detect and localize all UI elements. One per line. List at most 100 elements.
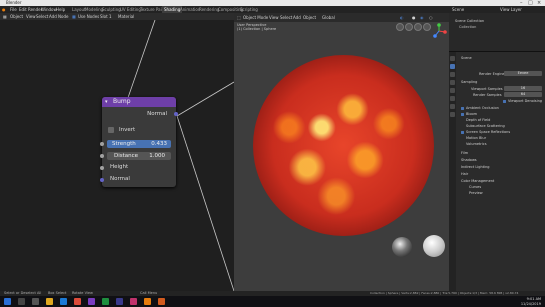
menu-window[interactable]: Window [41, 6, 57, 13]
edge-icon[interactable] [60, 298, 67, 305]
node-menu-view[interactable]: View [26, 13, 36, 20]
section-subsurface[interactable]: Subsurface Scattering [466, 124, 505, 128]
pan-icon[interactable] [405, 23, 413, 31]
world-tab-icon[interactable] [450, 96, 455, 101]
zoom-icon[interactable] [396, 23, 404, 31]
overlay-icon[interactable]: ◐ [400, 13, 404, 22]
viewport-menu-select[interactable]: Select [280, 13, 292, 22]
tab-rendering[interactable]: Rendering [199, 6, 219, 13]
view-layer-tab-icon[interactable] [450, 80, 455, 85]
blender-logo-icon[interactable]: ● [2, 6, 6, 13]
section-indirect-lighting[interactable]: Indirect Lighting [461, 165, 490, 169]
outliner[interactable]: Scene Collection Collection [449, 13, 545, 52]
menu-file[interactable]: File [10, 6, 17, 13]
camera-view-icon[interactable] [414, 23, 422, 31]
viewport-mode-dropdown[interactable]: Object Mode [243, 13, 268, 22]
section-ambient-occlusion[interactable]: Ambient Occlusion [466, 106, 499, 110]
section-color-management[interactable]: Color Management [461, 179, 494, 183]
object-tab-icon[interactable] [450, 104, 455, 109]
viewport-samples-field[interactable]: 16 [504, 86, 542, 91]
view-layer-selector[interactable]: View Layer [500, 6, 522, 13]
normal-input-socket[interactable] [100, 178, 104, 182]
file-explorer-icon[interactable] [46, 298, 53, 305]
render-samples-field[interactable]: 64 [504, 92, 542, 97]
tool-tab-icon[interactable] [450, 56, 455, 61]
viewport-denoising-checkbox[interactable] [503, 100, 506, 103]
menu-help[interactable]: Help [56, 6, 65, 13]
editor-type-icon[interactable]: ▦ [3, 13, 7, 20]
subsection-curves[interactable]: Curves [469, 185, 481, 189]
tab-scripting[interactable]: Scripting [240, 6, 258, 13]
perspective-toggle-icon[interactable] [423, 23, 431, 31]
section-volumetrics[interactable]: Volumetrics [466, 142, 487, 146]
blender-taskbar-icon[interactable] [144, 298, 151, 305]
sampling-section[interactable]: Sampling [461, 80, 477, 84]
section-shadows[interactable]: Shadows [461, 158, 477, 162]
output-tab-icon[interactable] [450, 72, 455, 77]
invert-checkbox[interactable] [108, 127, 114, 133]
app-icon-2[interactable] [116, 298, 123, 305]
section-depth-of-field[interactable]: Depth of Field [466, 118, 490, 122]
section-hair[interactable]: Hair [461, 172, 468, 176]
task-view-icon[interactable] [32, 298, 39, 305]
node-menu-node[interactable]: Node [58, 13, 68, 20]
outliner-scene-collection[interactable]: Scene Collection [455, 19, 484, 23]
navigation-gizmo[interactable] [431, 23, 447, 39]
shading-rendered-icon[interactable]: ○ [429, 13, 433, 22]
section-film[interactable]: Film [461, 151, 468, 155]
distance-socket[interactable] [100, 154, 104, 158]
distance-field[interactable]: Distance 1.000 [107, 152, 171, 160]
section-motion-blur[interactable]: Motion Blur [466, 136, 486, 140]
properties-editor: Scene Collection Collection Scene Render… [449, 13, 545, 291]
tab-uv-editing[interactable]: UV Editing [120, 6, 141, 13]
app-icon-4[interactable] [158, 298, 165, 305]
scene-selector[interactable]: Scene [452, 6, 464, 13]
3d-viewport[interactable]: ⬚ Object Mode View Select Add Object Glo… [234, 13, 449, 291]
outliner-item-collection[interactable]: Collection [459, 25, 476, 29]
shading-material-icon[interactable]: ◉ [420, 13, 424, 22]
slot-dropdown[interactable]: Slot 1 [100, 13, 111, 20]
collapse-arrow-icon[interactable]: ▾ [105, 97, 108, 107]
ao-checkbox[interactable] [461, 107, 464, 110]
chrome-icon[interactable] [74, 298, 81, 305]
viewport-menu-add[interactable]: Add [293, 13, 301, 22]
material-selector[interactable]: Material [118, 13, 134, 20]
lava-sphere-object[interactable] [253, 55, 434, 236]
scene-tab-icon[interactable] [450, 88, 455, 93]
start-icon[interactable] [4, 298, 11, 305]
node-menu-select[interactable]: Select [36, 13, 48, 20]
section-bloom[interactable]: Bloom [466, 112, 477, 116]
shading-solid-icon[interactable]: ● [412, 13, 416, 22]
app-icon-3[interactable] [130, 298, 137, 305]
strength-socket[interactable] [100, 142, 104, 146]
output-normal-socket[interactable] [174, 112, 178, 116]
menu-edit[interactable]: Edit [19, 6, 27, 13]
tab-animation[interactable]: Animation [180, 6, 200, 13]
viewport-menu-object[interactable]: Object [303, 13, 316, 22]
node-menu-add[interactable]: Add [49, 13, 57, 20]
subsection-preview[interactable]: Preview [469, 191, 483, 195]
orientation-dropdown[interactable]: Global [322, 13, 335, 22]
viewport-menu-view[interactable]: View [269, 13, 279, 22]
tab-layout[interactable]: Layout [72, 6, 86, 13]
spotify-icon[interactable] [102, 298, 109, 305]
viewport-editor-icon[interactable]: ⬚ [237, 13, 241, 22]
bloom-checkbox[interactable] [461, 113, 464, 116]
app-icon-1[interactable] [88, 298, 95, 305]
bump-node[interactable]: ▾ Bump Normal Invert Strength 0.433 Dist… [100, 97, 178, 187]
search-icon[interactable] [18, 298, 25, 305]
tab-modeling[interactable]: Modeling [85, 6, 103, 13]
system-tray[interactable]: 9:01 AM 11/24/2019 [521, 297, 541, 306]
bump-node-header[interactable]: ▾ Bump [102, 97, 176, 107]
object-mode-dropdown[interactable]: Object [10, 13, 23, 20]
tray-date: 11/24/2019 [520, 301, 541, 306]
height-socket[interactable] [100, 166, 104, 170]
ssr-checkbox[interactable] [461, 131, 464, 134]
tab-sculpting[interactable]: Sculpting [102, 6, 121, 13]
strength-field[interactable]: Strength 0.433 [107, 140, 171, 148]
section-ssr[interactable]: Screen Space Reflections [466, 130, 510, 134]
render-tab-icon[interactable] [450, 64, 455, 69]
material-tab-icon[interactable] [450, 112, 455, 117]
use-nodes-checkbox[interactable]: ■ [72, 13, 76, 20]
render-engine-dropdown[interactable]: Eevee [504, 71, 542, 76]
